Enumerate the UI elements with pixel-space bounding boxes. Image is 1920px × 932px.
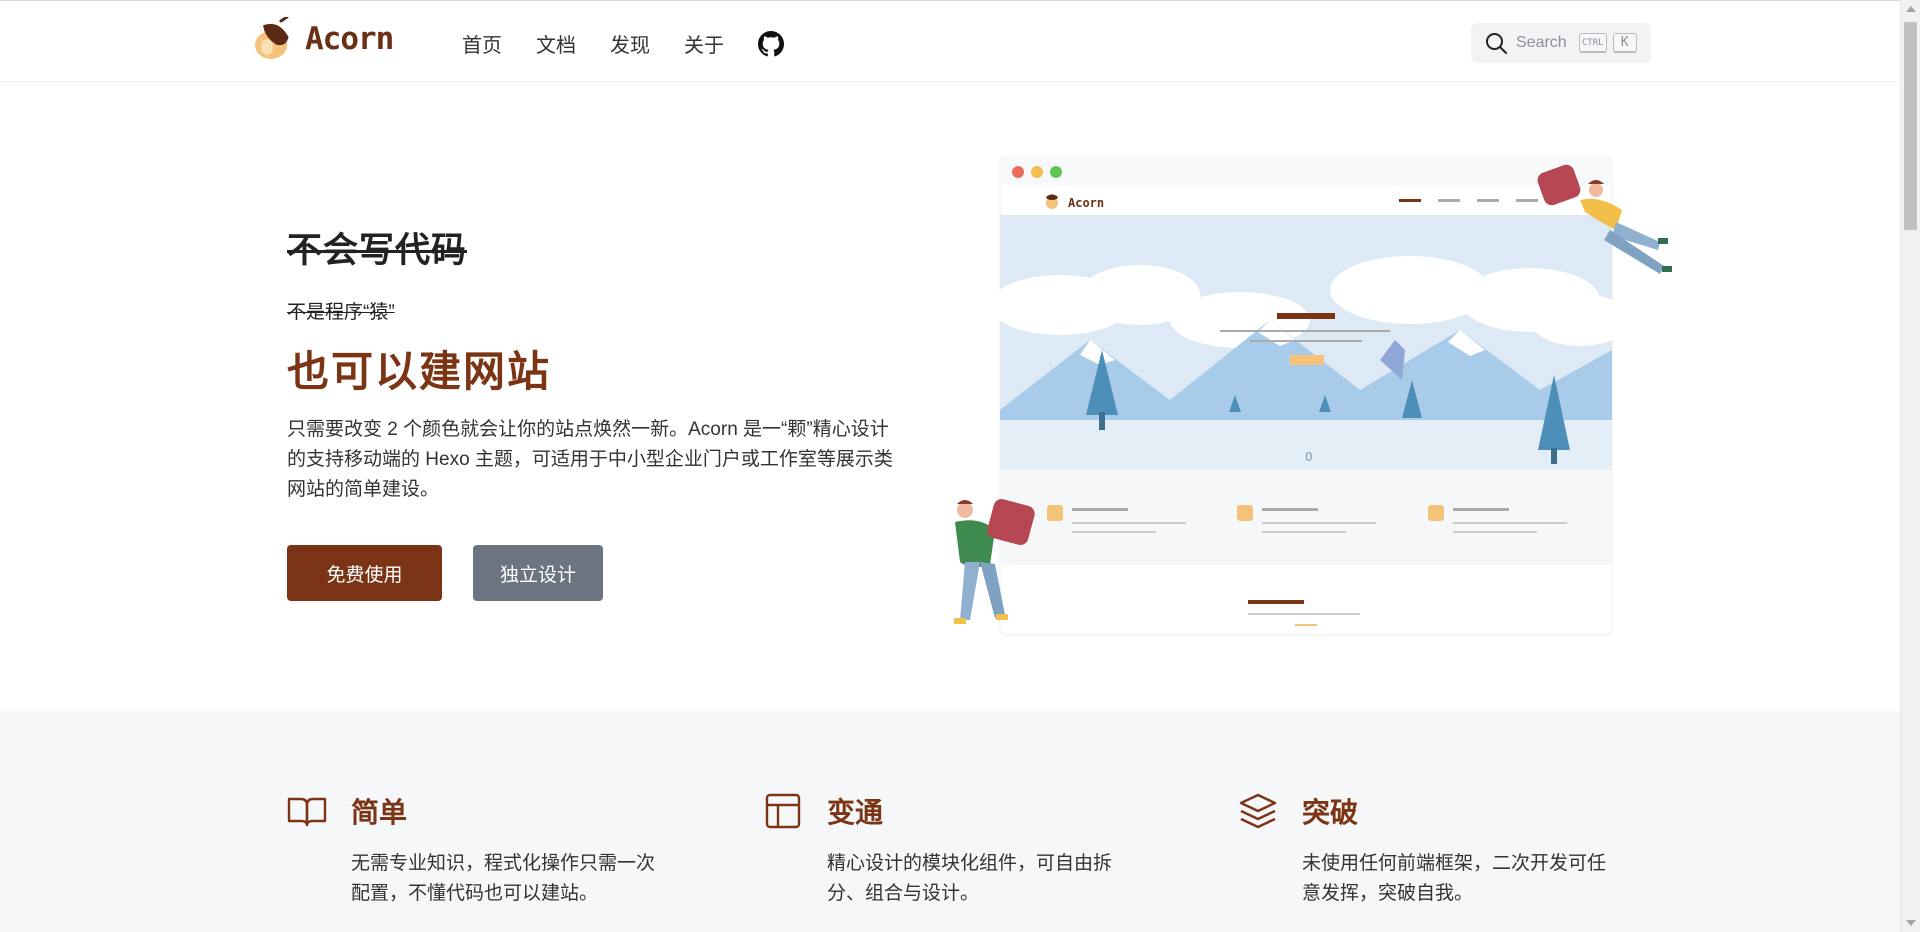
hero-line-no-code: 不会写代码 bbox=[287, 231, 468, 270]
hero-buttons: 免费使用 独立设计 bbox=[287, 545, 907, 601]
browser-window-illustration: Acorn 0 bbox=[990, 156, 1630, 636]
logo[interactable]: Acorn bbox=[251, 17, 394, 61]
hero-section: 不会写代码 不是程序“猿” 也可以建网站 只需要改变 2 个颜色就会让你的站点焕… bbox=[287, 222, 907, 601]
independent-design-button[interactable]: 独立设计 bbox=[473, 545, 603, 601]
layout-icon bbox=[765, 793, 801, 829]
feature-simple: 简单 无需专业知识，程式化操作只需一次配置，不懂代码也可以建站。 bbox=[287, 791, 655, 909]
book-open-icon bbox=[287, 797, 327, 827]
feature-description: 精心设计的模块化组件，可自由拆分、组合与设计。 bbox=[827, 853, 1113, 904]
feature-title: 简单 bbox=[351, 797, 408, 828]
page-scrollbar[interactable] bbox=[1900, 0, 1920, 932]
scroll-down-arrow[interactable] bbox=[1906, 920, 1916, 926]
search-label: Search bbox=[1516, 34, 1567, 51]
nav-item-home[interactable]: 首页 bbox=[462, 29, 502, 58]
hero-line-not-programmer: 不是程序“猿” bbox=[287, 302, 395, 323]
features-section: 简单 无需专业知识，程式化操作只需一次配置，不懂代码也可以建站。 变通 精心设计… bbox=[0, 711, 1900, 932]
hero-illustration: Acorn 0 bbox=[954, 156, 1672, 636]
scroll-thumb[interactable] bbox=[1904, 22, 1917, 230]
hero-description: 只需要改变 2 个颜色就会让你的站点焕然一新。Acorn 是一“颗”精心设计的支… bbox=[287, 419, 893, 500]
search-button[interactable]: Search CTRL K bbox=[1471, 23, 1651, 63]
free-use-button[interactable]: 免费使用 bbox=[287, 545, 442, 601]
nav-item-about[interactable]: 关于 bbox=[684, 29, 724, 58]
kbd-k: K bbox=[1612, 33, 1637, 53]
layers-icon bbox=[1239, 793, 1277, 829]
brand-name: Acorn bbox=[305, 21, 394, 57]
illustration-brand: Acorn bbox=[1068, 196, 1104, 210]
nav-item-docs[interactable]: 文档 bbox=[536, 29, 576, 58]
main-nav: 首页 文档 发现 关于 bbox=[462, 29, 784, 58]
nav-item-discover[interactable]: 发现 bbox=[610, 29, 650, 58]
scroll-up-arrow[interactable] bbox=[1906, 6, 1916, 12]
search-icon bbox=[1486, 33, 1507, 54]
site-header: Acorn 首页 文档 发现 关于 Search CTRL K bbox=[0, 0, 1900, 82]
feature-flexible: 变通 精心设计的模块化组件，可自由拆分、组合与设计。 bbox=[763, 791, 1123, 909]
github-icon[interactable] bbox=[758, 30, 784, 57]
feature-description: 无需专业知识，程式化操作只需一次配置，不懂代码也可以建站。 bbox=[351, 853, 656, 904]
hero-headline: 也可以建网站 bbox=[287, 348, 552, 395]
kbd-ctrl: CTRL bbox=[1578, 33, 1607, 53]
acorn-logo-icon bbox=[255, 17, 289, 59]
feature-description: 未使用任何前端框架，二次开发可任意发挥，突破自我。 bbox=[1302, 853, 1607, 904]
feature-title: 突破 bbox=[1302, 797, 1359, 828]
feature-breakthrough: 突破 未使用任何前端框架，二次开发可任意发挥，突破自我。 bbox=[1238, 791, 1606, 909]
feature-title: 变通 bbox=[827, 797, 884, 828]
illustration-counter: 0 bbox=[1305, 450, 1313, 464]
